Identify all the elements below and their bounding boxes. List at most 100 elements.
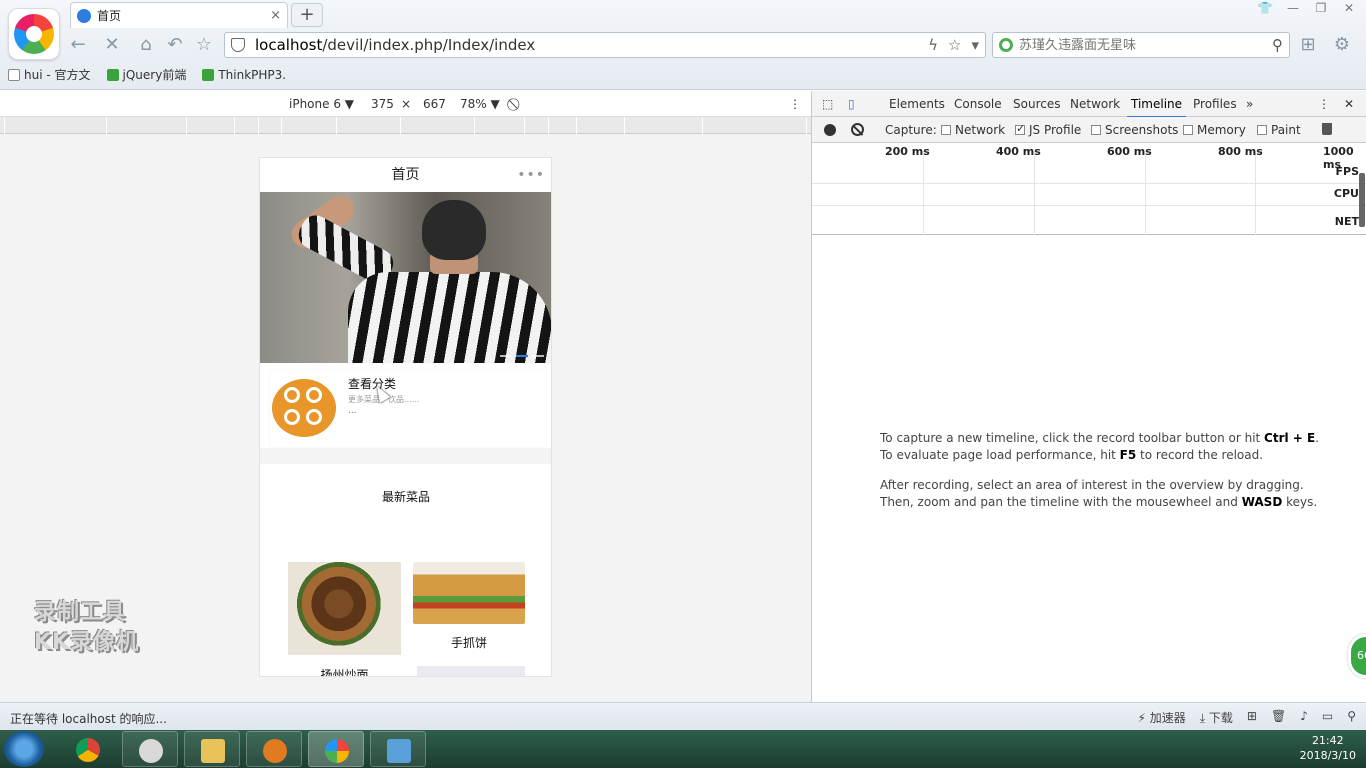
search-input[interactable] (1019, 37, 1272, 53)
undo-close-icon[interactable]: ↶ (163, 34, 187, 56)
volume-icon[interactable]: ♪ (1300, 709, 1308, 726)
windows-icon[interactable]: ⊞ (1296, 34, 1320, 56)
capture-js-profile[interactable]: JS Profile (1015, 122, 1081, 137)
taskbar-explorer[interactable] (184, 731, 240, 767)
page-title: 首页 (391, 167, 420, 183)
system-clock[interactable]: 21:42 2018/3/10 (1300, 733, 1356, 763)
timeline-overview[interactable]: 200 ms 400 ms 600 ms 800 ms 1000 ms FPS … (812, 143, 1366, 235)
media-query-ruler[interactable] (0, 117, 811, 134)
dish-card[interactable]: 扬州炒面 (288, 562, 401, 676)
capture-screenshots[interactable]: Screenshots (1091, 123, 1178, 137)
browser-tab[interactable]: 首页 × (70, 2, 288, 28)
tab-network[interactable]: Network (1070, 97, 1120, 111)
zoom-icon[interactable]: ⚲ (1347, 709, 1356, 726)
time-label: 800 ms (1218, 145, 1263, 158)
bookmark-item[interactable]: jQuery前端 (106, 66, 186, 83)
checkbox[interactable] (1015, 122, 1025, 135)
phone-page: 首页 ••• 查看分类 更多菜品、饮品...... ... 最新菜品 扬州炒面 … (259, 157, 552, 677)
dish-image[interactable] (288, 562, 401, 655)
carousel-dot[interactable] (532, 355, 544, 357)
browser-status-bar: 正在等待 localhost 的响应... ⚡ 加速器 ⤓ 下载 ⊞ 🗑 ♪ ▭… (0, 702, 1366, 730)
record-button[interactable] (824, 124, 836, 136)
search-engine-icon (999, 38, 1013, 52)
taskbar-app[interactable] (370, 731, 426, 767)
monitor-icon[interactable]: ▭ (1322, 709, 1333, 726)
skin-icon[interactable]: 👕 (1254, 0, 1276, 16)
url-text[interactable]: localhost/devil/index.php/Index/index (255, 36, 918, 54)
more-options-icon[interactable]: ⋮ (789, 97, 801, 111)
tab-close-icon[interactable]: × (270, 8, 281, 23)
search-box[interactable]: ⚲ (992, 32, 1290, 58)
tab-timeline[interactable]: Timeline (1126, 97, 1187, 118)
back-icon[interactable]: ← (66, 34, 90, 56)
capture-network[interactable]: Network (941, 123, 1005, 137)
devtools-tabbar: ⬚ ▯ Elements Console Sources Network Tim… (812, 91, 1366, 118)
tab-profiles[interactable]: Profiles (1193, 97, 1237, 111)
checkbox[interactable] (941, 125, 951, 135)
window-controls: 👕 — ❐ ✕ (1254, 0, 1360, 16)
height-field[interactable]: 667 (423, 97, 446, 111)
lightning-icon[interactable]: ϟ (928, 36, 938, 54)
clear-button[interactable] (851, 123, 864, 136)
close-window-button[interactable]: ✕ (1338, 0, 1360, 16)
folder-icon (106, 68, 119, 81)
search-icon[interactable]: ⚲ (1272, 36, 1283, 54)
carousel-indicators[interactable] (500, 355, 544, 357)
checkbox[interactable] (1183, 125, 1193, 135)
banner-carousel[interactable] (260, 192, 551, 363)
tab-console[interactable]: Console (954, 97, 1002, 111)
taskbar-app[interactable] (246, 731, 302, 767)
devtools-panel: ⬚ ▯ Elements Console Sources Network Tim… (811, 91, 1366, 702)
security-shield-icon (231, 38, 245, 52)
tab-sources[interactable]: Sources (1013, 97, 1060, 111)
tab-elements[interactable]: Elements (889, 97, 945, 111)
dropdown-icon[interactable]: ▾ (971, 36, 979, 54)
device-mode-icon[interactable]: ▯ (848, 97, 855, 111)
devtools-menu-icon[interactable]: ⋮ (1318, 97, 1330, 111)
zoom-select[interactable]: 78% ▼ (460, 97, 500, 111)
checkbox[interactable] (1257, 125, 1267, 135)
address-bar[interactable]: localhost/devil/index.php/Index/index ϟ … (224, 32, 986, 58)
bookmark-item[interactable]: hui - 官方文 (8, 66, 91, 83)
dish-image[interactable] (417, 666, 525, 676)
inspect-icon[interactable]: ⬚ (822, 97, 833, 111)
new-tab-button[interactable]: + (291, 3, 323, 27)
capture-label: Capture: (885, 123, 937, 137)
start-button[interactable] (4, 731, 44, 767)
stop-icon[interactable]: ✕ (100, 34, 124, 56)
clear-icon[interactable]: 🗑 (1271, 709, 1286, 726)
taskbar-app[interactable] (122, 731, 178, 767)
restore-button[interactable]: ❐ (1310, 0, 1332, 16)
screenshot-icon[interactable]: ⊞ (1247, 709, 1257, 726)
minimize-button[interactable]: — (1282, 0, 1304, 16)
trash-icon[interactable] (1322, 123, 1332, 135)
accelerator-button[interactable]: ⚡ 加速器 (1137, 709, 1185, 726)
taskbar-browser[interactable] (308, 731, 364, 767)
dish-image[interactable] (413, 562, 525, 624)
tools-icon[interactable]: ⚙ (1330, 34, 1354, 56)
download-button[interactable]: ⤓ 下载 (1200, 709, 1233, 726)
more-tabs-icon[interactable]: » (1246, 97, 1253, 111)
bookmark-star-icon[interactable]: ☆ (948, 36, 961, 54)
overview-scrollbar[interactable] (1359, 173, 1365, 227)
mask-icon (263, 739, 287, 763)
more-icon[interactable]: ••• (517, 158, 545, 192)
dish-card[interactable]: 手抓饼 (413, 562, 525, 676)
bookmark-item[interactable]: ThinkPHP3. (202, 66, 286, 83)
capture-paint[interactable]: Paint (1257, 123, 1301, 137)
device-select[interactable]: iPhone 6 ▼ (289, 97, 354, 111)
devtools-close-icon[interactable]: ✕ (1344, 97, 1354, 111)
checkbox[interactable] (1091, 125, 1101, 135)
track-label-net: NET (1334, 215, 1359, 228)
category-card[interactable]: 查看分类 更多菜品、饮品...... ... (270, 370, 546, 447)
capture-memory[interactable]: Memory (1183, 123, 1246, 137)
width-field[interactable]: 375 (371, 97, 394, 111)
timeline-toolbar: Capture: Network JS Profile Screenshots … (812, 117, 1366, 143)
carousel-dot[interactable] (500, 355, 512, 357)
carousel-dot[interactable] (516, 355, 528, 357)
taskbar-chrome[interactable] (60, 731, 116, 767)
home-icon[interactable]: ⌂ (134, 34, 158, 56)
favorites-icon[interactable]: ☆ (192, 34, 216, 56)
browser-logo[interactable] (8, 8, 60, 60)
status-text: 正在等待 localhost 的响应... (10, 712, 167, 726)
